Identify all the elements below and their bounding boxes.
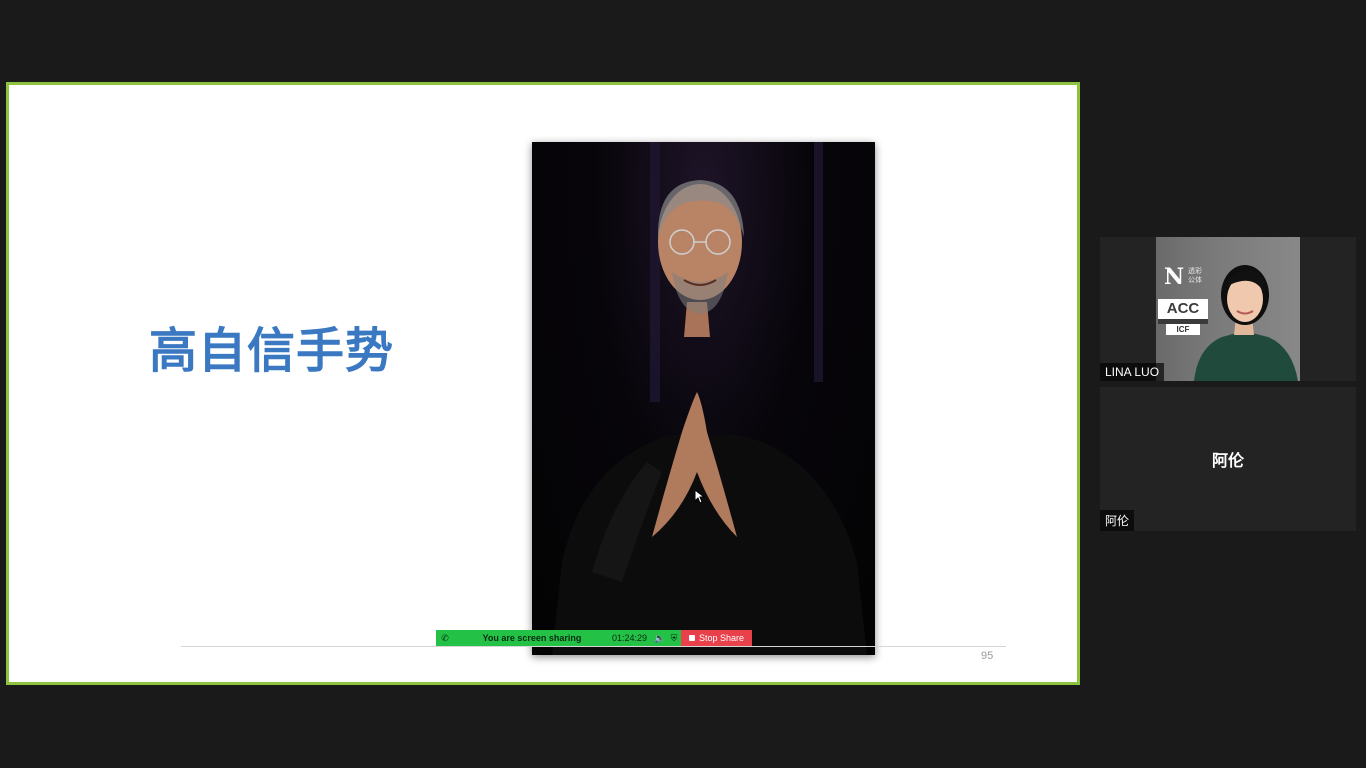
screen-sharing-bar[interactable]: ✆ You are screen sharing 01:24:29 🔈 ⛨ St…: [436, 630, 752, 646]
stop-icon: [688, 635, 695, 641]
slide-footer-rule: [181, 646, 1006, 647]
sharing-timer: 01:24:29: [611, 633, 647, 643]
participant-tile-lina-luo[interactable]: N 透彩 公体 ACC ICF LINA LUO: [1100, 237, 1356, 381]
slide-page-number: 95: [981, 650, 994, 662]
stop-share-label: Stop Share: [698, 633, 745, 643]
participant-tile-a-lun[interactable]: 阿伦 阿伦: [1100, 387, 1356, 531]
participant-name-label: 阿伦: [1100, 510, 1135, 531]
shield-icon[interactable]: ⛨: [667, 633, 681, 644]
mouse-cursor-icon: [695, 490, 705, 504]
participant-person: [1194, 265, 1298, 381]
slide-photo: [532, 142, 875, 655]
participant-video: N 透彩 公体 ACC ICF: [1156, 237, 1300, 381]
sharing-status-area[interactable]: ✆ You are screen sharing 01:24:29 🔈 ⛨: [436, 630, 681, 646]
stop-share-button[interactable]: Stop Share: [681, 630, 752, 646]
participant-name-label: LINA LUO: [1100, 363, 1165, 381]
person-photo-illustration: [552, 142, 867, 655]
sharing-status-text: You are screen sharing: [482, 633, 582, 643]
phone-icon: ✆: [441, 632, 449, 643]
participant-display-name: 阿伦: [1211, 451, 1244, 470]
company-logo-icon: N: [1164, 264, 1185, 290]
speaker-icon[interactable]: 🔈: [653, 633, 667, 644]
slide-title: 高自信手势: [149, 323, 395, 379]
shared-screen[interactable]: 高自信手势 95 ✆ You are screen sharing 01:24:…: [6, 82, 1080, 685]
